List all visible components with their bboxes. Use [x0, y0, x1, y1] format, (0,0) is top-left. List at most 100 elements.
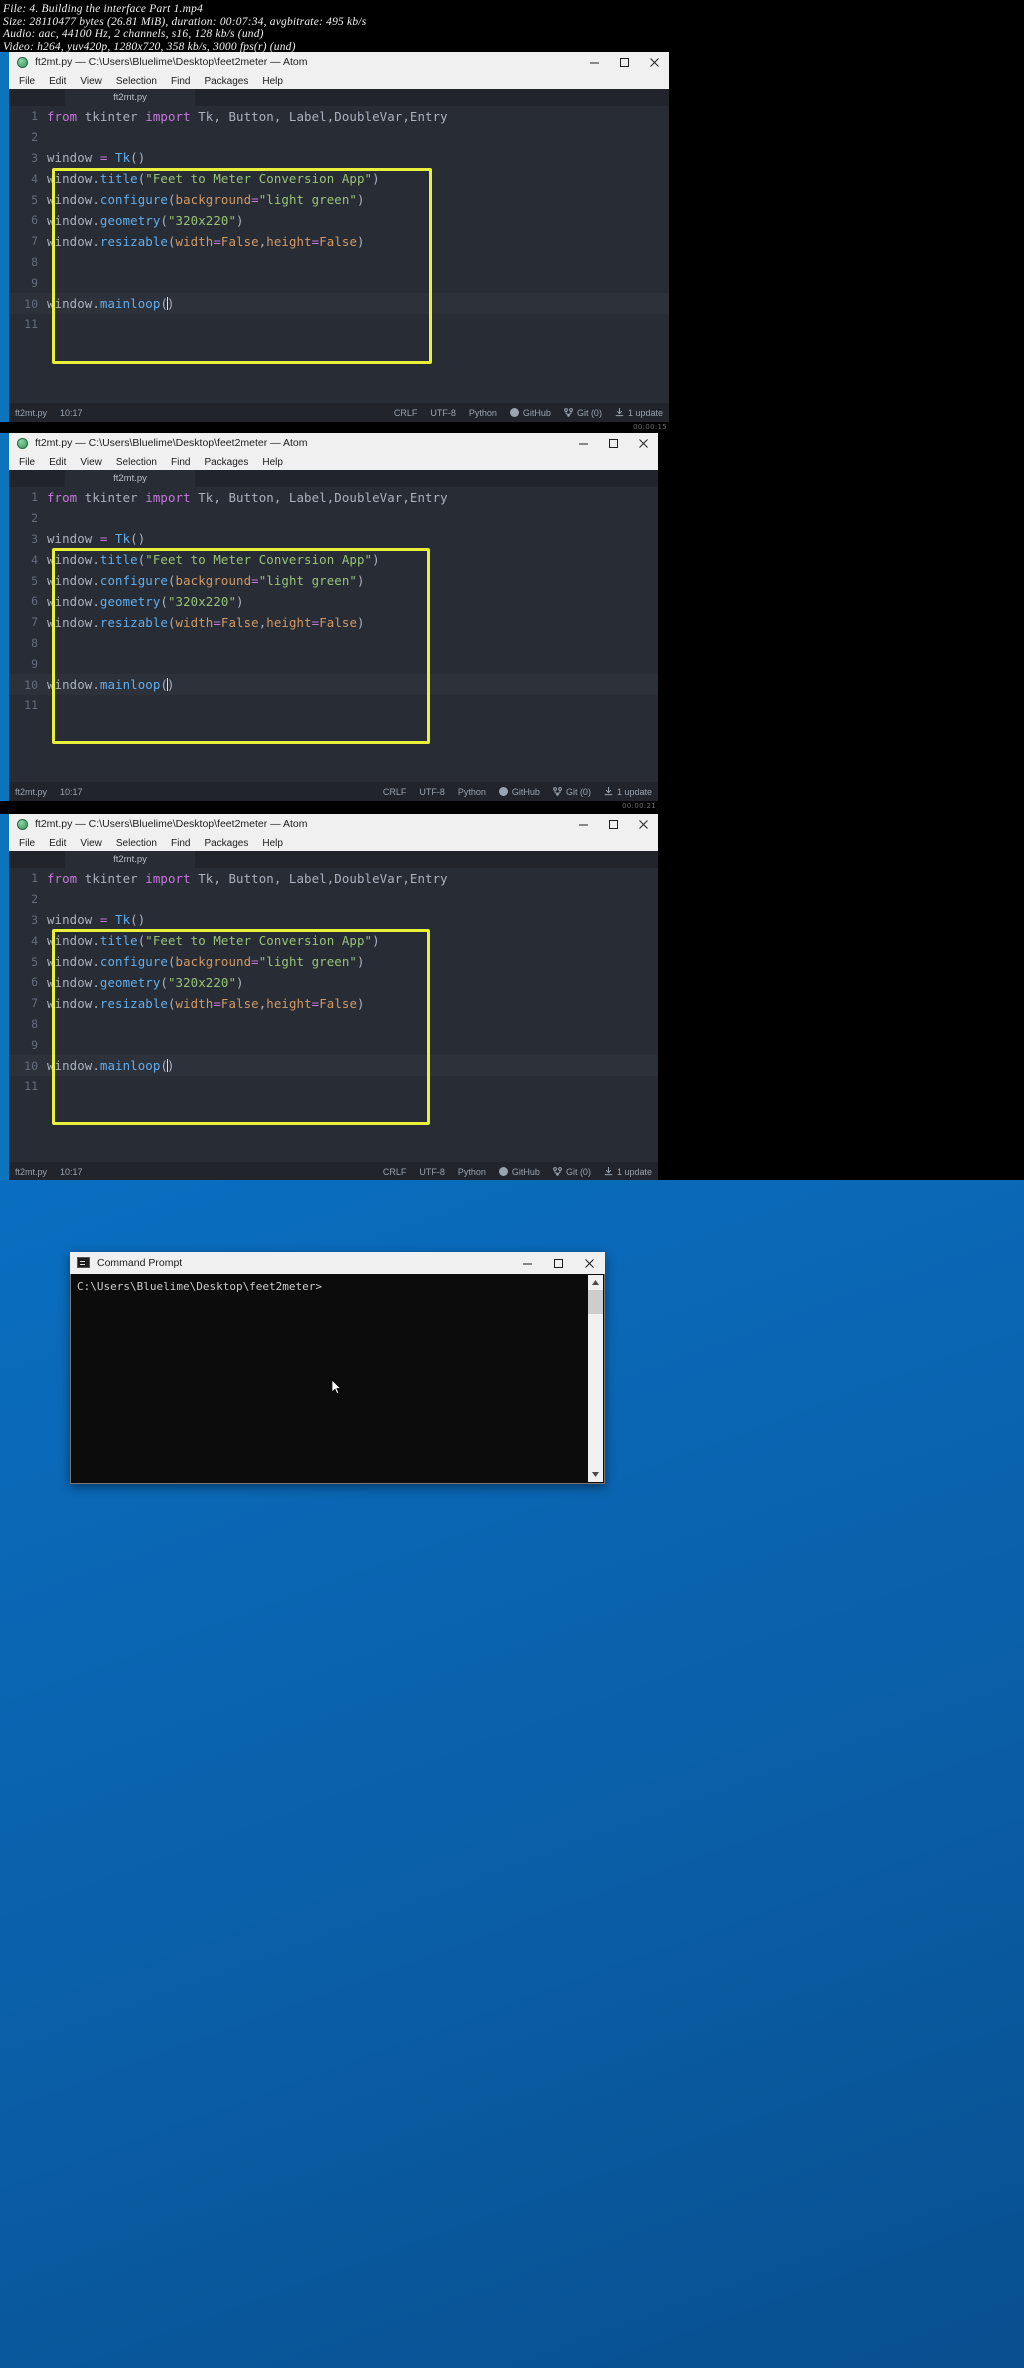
minimize-icon[interactable] — [579, 52, 609, 73]
code-line[interactable]: 3 window = Tk() — [9, 910, 658, 931]
status-git[interactable]: Git (0) — [553, 1167, 591, 1177]
code-line[interactable]: 8 — [9, 1014, 658, 1035]
status-file-name[interactable]: ft2mt.py — [15, 408, 47, 418]
atom-tabbar[interactable]: ft2mt.py — [9, 89, 669, 106]
code-line[interactable]: 9 — [9, 1034, 658, 1055]
menu-item-selection[interactable]: Selection — [116, 457, 157, 468]
maximize-icon[interactable] — [598, 433, 628, 454]
tab-ft2mt-py[interactable]: ft2mt.py — [65, 470, 195, 487]
maximize-icon[interactable] — [598, 814, 628, 835]
code-area[interactable]: 1 from tkinter import Tk, Button, Label,D… — [9, 487, 658, 782]
maximize-icon[interactable] — [609, 52, 639, 73]
status-github[interactable]: GitHub — [498, 787, 540, 797]
code-area[interactable]: 1 from tkinter import Tk, Button, Label,D… — [9, 106, 669, 403]
atom-tabbar[interactable]: ft2mt.py — [9, 851, 658, 868]
status-encoding[interactable]: UTF-8 — [430, 408, 456, 418]
atom-window-2[interactable]: ft2mt.py — C:\Users\Bluelime\Desktop\fee… — [0, 433, 658, 810]
scroll-down-icon[interactable] — [588, 1467, 603, 1482]
status-file-name[interactable]: ft2mt.py — [15, 1167, 47, 1177]
code-line[interactable]: 2 — [9, 508, 658, 529]
atom-titlebar[interactable]: ft2mt.py — C:\Users\Bluelime\Desktop\fee… — [9, 814, 658, 835]
code-line[interactable]: 1 from tkinter import Tk, Button, Label,D… — [9, 868, 658, 889]
code-area[interactable]: 1 from tkinter import Tk, Button, Label,D… — [9, 868, 658, 1162]
status-git[interactable]: Git (0) — [564, 408, 602, 418]
code-line[interactable]: 9 — [9, 272, 669, 293]
atom-editor[interactable]: ft2mt.py 1 from tkinter import Tk, Button,… — [9, 470, 658, 782]
minimize-icon[interactable] — [568, 814, 598, 835]
minimize-icon[interactable] — [512, 1252, 543, 1274]
status-encoding[interactable]: UTF-8 — [419, 787, 445, 797]
status-cursor-position[interactable]: 10:17 — [60, 408, 83, 418]
menu-item-help[interactable]: Help — [262, 76, 283, 87]
atom-menubar[interactable]: File Edit View Selection Find Packages Help — [9, 454, 658, 470]
status-cursor-position[interactable]: 10:17 — [60, 787, 83, 797]
close-icon[interactable] — [639, 52, 669, 73]
status-file-name[interactable]: ft2mt.py — [15, 787, 47, 797]
code-line[interactable]: 11 — [9, 695, 658, 716]
atom-menubar[interactable]: File Edit View Selection Find Packages Help — [9, 835, 658, 851]
code-line[interactable]: 4 window.title("Feet to Meter Conversion … — [9, 168, 669, 189]
code-line[interactable]: 7 window.resizable(width=False,height=Fal… — [9, 231, 669, 252]
code-line[interactable]: 7 window.resizable(width=False,height=Fal… — [9, 993, 658, 1014]
status-github[interactable]: GitHub — [498, 1167, 540, 1177]
status-grammar[interactable]: Python — [469, 408, 497, 418]
code-line[interactable]: 7 window.resizable(width=False,height=Fal… — [9, 612, 658, 633]
atom-titlebar[interactable]: ft2mt.py — C:\Users\Bluelime\Desktop\fee… — [9, 52, 669, 73]
atom-statusbar[interactable]: ft2mt.py 10:17 CRLF UTF-8 Python GitHub Git (0… — [9, 1162, 658, 1181]
code-line[interactable]: 10 window.mainloop() — [9, 674, 658, 695]
menu-item-help[interactable]: Help — [262, 457, 283, 468]
tab-ft2mt-py[interactable]: ft2mt.py — [65, 89, 195, 106]
code-line[interactable]: 10 window.mainloop() — [9, 293, 669, 314]
code-line[interactable]: 8 — [9, 633, 658, 654]
atom-tabbar[interactable]: ft2mt.py — [9, 470, 658, 487]
atom-editor[interactable]: ft2mt.py 1 from tkinter import Tk, Button,… — [9, 89, 669, 403]
menu-item-packages[interactable]: Packages — [204, 457, 248, 468]
close-icon[interactable] — [628, 433, 658, 454]
command-prompt-scrollbar[interactable] — [588, 1275, 603, 1482]
command-prompt-console[interactable]: C:\Users\Bluelime\Desktop\feet2meter> — [70, 1274, 605, 1484]
menu-item-edit[interactable]: Edit — [49, 457, 66, 468]
scroll-up-icon[interactable] — [588, 1275, 603, 1290]
code-line[interactable]: 1 from tkinter import Tk, Button, Label,D… — [9, 487, 658, 508]
code-line[interactable]: 8 — [9, 252, 669, 273]
status-github[interactable]: GitHub — [509, 408, 551, 418]
menu-item-selection[interactable]: Selection — [116, 838, 157, 849]
menu-item-selection[interactable]: Selection — [116, 76, 157, 87]
menu-item-find[interactable]: Find — [171, 76, 190, 87]
code-line[interactable]: 5 window.configure(background="light gree… — [9, 189, 669, 210]
status-grammar[interactable]: Python — [458, 1167, 486, 1177]
menu-item-find[interactable]: Find — [171, 457, 190, 468]
atom-editor[interactable]: ft2mt.py 1 from tkinter import Tk, Button,… — [9, 851, 658, 1162]
code-line[interactable]: 5 window.configure(background="light gree… — [9, 570, 658, 591]
status-line-ending[interactable]: CRLF — [383, 1167, 407, 1177]
menu-item-file[interactable]: File — [19, 457, 35, 468]
atom-window-1[interactable]: ft2mt.py — C:\Users\Bluelime\Desktop\fee… — [0, 52, 669, 431]
code-line[interactable]: 1 from tkinter import Tk, Button, Label,D… — [9, 106, 669, 127]
menu-item-file[interactable]: File — [19, 838, 35, 849]
status-cursor-position[interactable]: 10:17 — [60, 1167, 83, 1177]
status-updates[interactable]: 1 update — [604, 787, 652, 797]
menu-item-packages[interactable]: Packages — [204, 838, 248, 849]
code-line[interactable]: 2 — [9, 889, 658, 910]
code-line[interactable]: 10 window.mainloop() — [9, 1055, 658, 1076]
atom-window-3[interactable]: ft2mt.py — C:\Users\Bluelime\Desktop\fee… — [0, 814, 658, 1190]
menu-item-packages[interactable]: Packages — [204, 76, 248, 87]
code-line[interactable]: 5 window.configure(background="light gree… — [9, 951, 658, 972]
status-encoding[interactable]: UTF-8 — [419, 1167, 445, 1177]
status-updates[interactable]: 1 update — [604, 1167, 652, 1177]
code-line[interactable]: 11 — [9, 314, 669, 335]
atom-statusbar[interactable]: ft2mt.py 10:17 CRLF UTF-8 Python GitHub Git (0… — [9, 782, 658, 801]
status-updates[interactable]: 1 update — [615, 408, 663, 418]
code-line[interactable]: 11 — [9, 1076, 658, 1097]
code-line[interactable]: 3 window = Tk() — [9, 529, 658, 550]
code-line[interactable]: 6 window.geometry("320x220") — [9, 591, 658, 612]
code-line[interactable]: 4 window.title("Feet to Meter Conversion … — [9, 930, 658, 951]
menu-item-view[interactable]: View — [80, 457, 102, 468]
menu-item-file[interactable]: File — [19, 76, 35, 87]
tab-ft2mt-py[interactable]: ft2mt.py — [65, 851, 195, 868]
command-prompt-titlebar[interactable]: Command Prompt — [70, 1252, 605, 1274]
code-line[interactable]: 9 — [9, 653, 658, 674]
code-line[interactable]: 6 window.geometry("320x220") — [9, 972, 658, 993]
status-git[interactable]: Git (0) — [553, 787, 591, 797]
scrollbar-thumb[interactable] — [588, 1290, 603, 1314]
